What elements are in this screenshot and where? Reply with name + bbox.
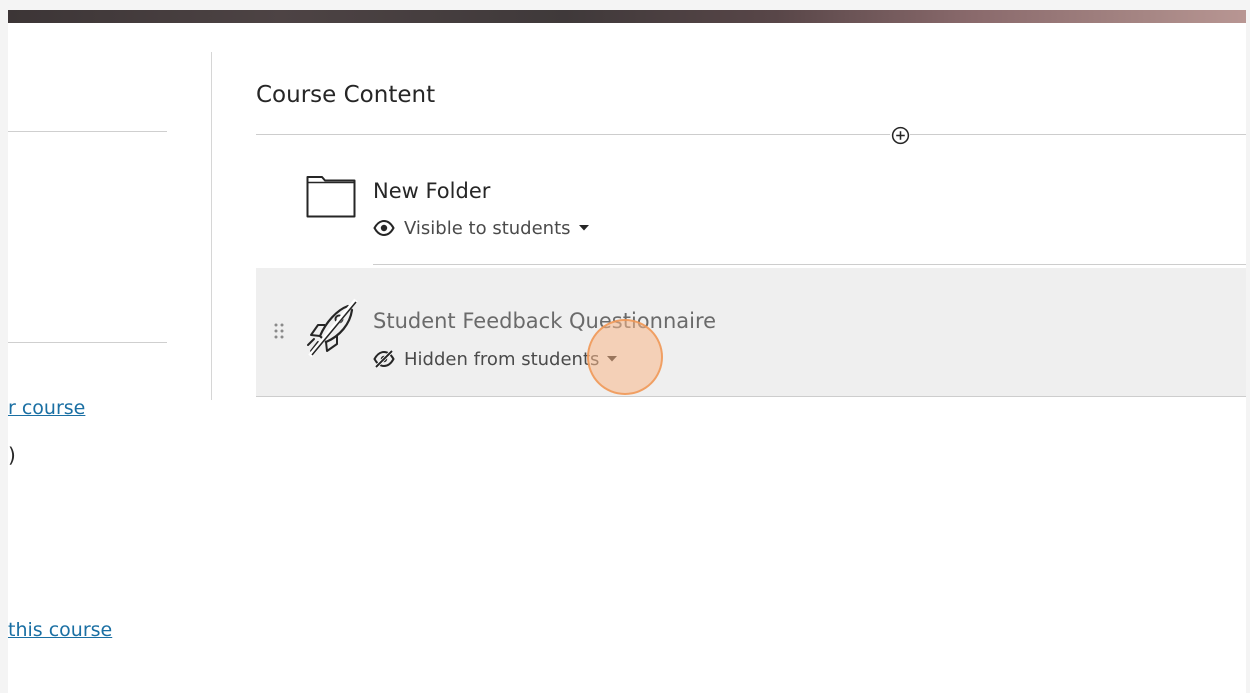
left-panel-this-course-link[interactable]: this course — [8, 619, 112, 641]
plus-circle-icon — [891, 126, 909, 144]
eye-icon — [373, 217, 395, 239]
item-title[interactable]: New Folder — [373, 179, 490, 203]
drag-handle-icon[interactable] — [274, 323, 284, 339]
chevron-down-icon — [607, 356, 618, 362]
left-panel-text-fragment: ) — [8, 443, 16, 467]
visibility-label: Hidden from students — [404, 348, 600, 370]
course-page: r course ) this course Course Content Ne… — [8, 10, 1246, 693]
add-content-button[interactable] — [890, 125, 910, 145]
visibility-dropdown[interactable]: Visible to students — [373, 217, 589, 239]
chevron-down-icon — [578, 225, 589, 231]
left-panel-divider — [8, 131, 167, 132]
item-title[interactable]: Student Feedback Questionnaire — [373, 309, 716, 333]
column-divider — [211, 52, 212, 400]
left-panel-course-link[interactable]: r course — [8, 397, 85, 419]
rocket-icon — [304, 298, 358, 358]
item-divider — [373, 264, 1246, 265]
visibility-dropdown[interactable]: Hidden from students — [373, 348, 618, 370]
content-item-folder[interactable]: New Folder Visible to students — [256, 150, 1246, 265]
visibility-label: Visible to students — [404, 217, 571, 239]
eye-slash-icon — [373, 348, 395, 370]
left-panel-divider — [8, 342, 167, 343]
course-banner-image — [8, 10, 1246, 23]
folder-icon — [306, 174, 356, 218]
course-content-title: Course Content — [256, 82, 436, 108]
content-item-assessment[interactable]: Student Feedback Questionnaire Hidden fr… — [256, 268, 1246, 397]
course-content-divider — [256, 134, 1246, 135]
